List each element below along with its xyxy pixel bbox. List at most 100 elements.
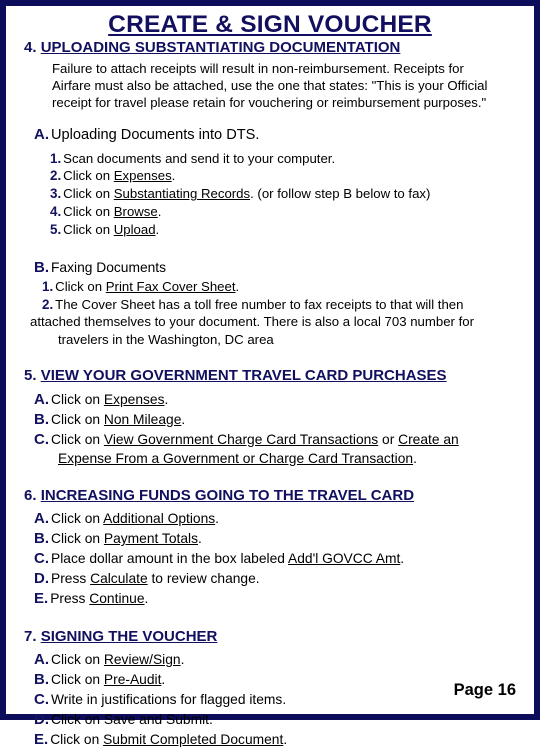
list-item: C. Click on View Government Charge Card T… xyxy=(12,430,528,468)
list-item: 3. Click on Substantiating Records. (or f… xyxy=(12,185,528,203)
list-text: Click on xyxy=(50,731,104,747)
list-text-tail: . xyxy=(171,168,176,184)
paragraph-line: receipt for travel please retain for vou… xyxy=(52,95,487,111)
section-title-6: INCREASING FUNDS GOING TO THE TRAVEL CAR… xyxy=(40,486,415,504)
list-marker: 3. xyxy=(50,186,62,202)
list-text-tail: . xyxy=(164,391,169,407)
list-marker: B. xyxy=(34,410,49,428)
section-4-sub-a: A. Uploading Documents into DTS. xyxy=(12,125,528,145)
list-text: Click on xyxy=(63,221,114,237)
list-text-wrap: attached themselves to your document. Th… xyxy=(30,314,474,330)
list-item: 2. Click on Expenses. xyxy=(12,167,528,185)
list-marker: 2. xyxy=(42,296,54,312)
link-text[interactable]: Non Mileage xyxy=(104,412,181,427)
list-text-tail: . xyxy=(400,551,405,567)
list-marker: 1. xyxy=(42,278,54,294)
list-text-wrap: travelers in the Washington, DC area xyxy=(58,331,274,347)
link-text[interactable]: Create an xyxy=(398,432,459,447)
list-text: Press xyxy=(51,571,91,586)
link-text[interactable]: Substantiating Records xyxy=(114,186,250,201)
list-item: C. Write in justifications for flagged it… xyxy=(12,690,528,710)
link-text[interactable]: Browse xyxy=(114,204,158,219)
link-text[interactable]: Expense From a Government or Charge Card… xyxy=(58,451,413,466)
list-text-tail: . xyxy=(283,731,288,747)
list-marker: D. xyxy=(34,710,49,728)
list-text: Click on xyxy=(51,531,104,547)
list-item: A. Click on Expenses. xyxy=(12,390,528,410)
list-text: Click on xyxy=(51,431,104,447)
page-number: Page 16 xyxy=(453,681,516,699)
list-marker: E. xyxy=(34,589,49,607)
list-text: Uploading Documents into DTS. xyxy=(51,127,260,144)
list-item: 1. Scan documents and send it to your com… xyxy=(12,150,528,168)
list-item: D. Press Calculate to review change. xyxy=(12,569,528,589)
list-text: Click on xyxy=(51,391,104,407)
section-heading-6: 6. INCREASING FUNDS GOING TO THE TRAVEL … xyxy=(12,487,528,505)
link-text[interactable]: Continue xyxy=(89,591,144,606)
section-number-5: 5. xyxy=(24,367,37,385)
section-4-paragraph: Failure to attach receipts will result i… xyxy=(12,60,528,111)
link-text[interactable]: Upload xyxy=(114,222,156,237)
list-marker: A. xyxy=(34,390,49,408)
list-item: A. Click on Additional Options. xyxy=(12,509,528,529)
list-text-tail: . xyxy=(144,590,149,606)
list-text-tail: . xyxy=(215,511,219,527)
list-item: E. Press Continue. xyxy=(12,589,528,609)
list-text-tail: . xyxy=(197,531,202,547)
list-text: Faxing Documents xyxy=(51,259,167,275)
list-marker: 2. xyxy=(50,168,62,184)
list-marker: 5. xyxy=(50,221,62,237)
link-text[interactable]: Expenses xyxy=(114,168,172,183)
list-text: Click on xyxy=(51,672,104,688)
list-marker: C. xyxy=(34,430,49,448)
link-text[interactable]: Calculate xyxy=(90,571,148,586)
page-title: CREATE & SIGN VOUCHER xyxy=(108,11,432,38)
link-text[interactable]: Expenses xyxy=(104,392,165,407)
list-text: Click on xyxy=(51,511,104,527)
list-marker: C. xyxy=(34,691,49,709)
list-text: Click on xyxy=(51,411,104,427)
list-marker: E. xyxy=(34,730,49,748)
list-text: Click on xyxy=(63,204,114,220)
section-4-sub-b: B. Faxing Documents xyxy=(12,258,528,278)
list-text-tail: . xyxy=(181,411,186,427)
list-text: Press xyxy=(50,590,90,606)
link-text[interactable]: Review/Sign xyxy=(104,652,181,667)
list-text: Click on Save and Submit. xyxy=(51,711,213,727)
list-text-tail: . xyxy=(161,672,166,688)
section-number-4: 4. xyxy=(24,39,37,57)
list-item: B. Click on Pre-Audit. xyxy=(12,670,528,690)
link-text[interactable]: Print Fax Cover Sheet xyxy=(106,279,236,294)
link-text[interactable]: View Government Charge Card Transactions xyxy=(104,432,378,447)
link-text[interactable]: Pre-Audit xyxy=(104,672,162,687)
list-text: Place dollar amount in the box labeled xyxy=(51,551,289,567)
link-text[interactable]: Add'l GOVCC Amt xyxy=(288,551,400,566)
section-title-7: SIGNING THE VOUCHER xyxy=(40,627,218,645)
list-text: Write in justifications for flagged item… xyxy=(51,692,287,708)
link-text[interactable]: Payment Totals xyxy=(104,531,198,546)
list-item: C. Place dollar amount in the box labeled… xyxy=(12,549,528,569)
list-item: 2. The Cover Sheet has a toll free number… xyxy=(12,296,528,349)
list-item: B. Click on Non Mileage. xyxy=(12,410,528,430)
list-marker: B. xyxy=(34,530,49,548)
link-text[interactable]: Submit Completed Document xyxy=(103,732,283,747)
list-marker: A. xyxy=(34,126,49,144)
section-title-5: VIEW YOUR GOVERNMENT TRAVEL CARD PURCHAS… xyxy=(40,367,447,385)
link-text[interactable]: Additional Options xyxy=(103,511,215,526)
list-text-mid: or xyxy=(378,431,399,447)
paragraph-line: Failure to attach receipts will result i… xyxy=(52,60,464,76)
section-heading-4: 4. UPLOADING SUBSTANTIATING DOCUMENTATIO… xyxy=(12,39,528,57)
list-marker: 1. xyxy=(50,150,62,166)
list-text-tail: . (or follow step B below to fax) xyxy=(250,186,431,202)
list-item: A. Click on Review/Sign. xyxy=(12,650,528,670)
list-text: Scan documents and send it to your compu… xyxy=(63,150,336,166)
list-text-tail: . xyxy=(235,278,240,294)
list-item: B. Click on Payment Totals. xyxy=(12,529,528,549)
list-marker: D. xyxy=(34,570,49,587)
list-text-tail: . xyxy=(413,450,417,466)
